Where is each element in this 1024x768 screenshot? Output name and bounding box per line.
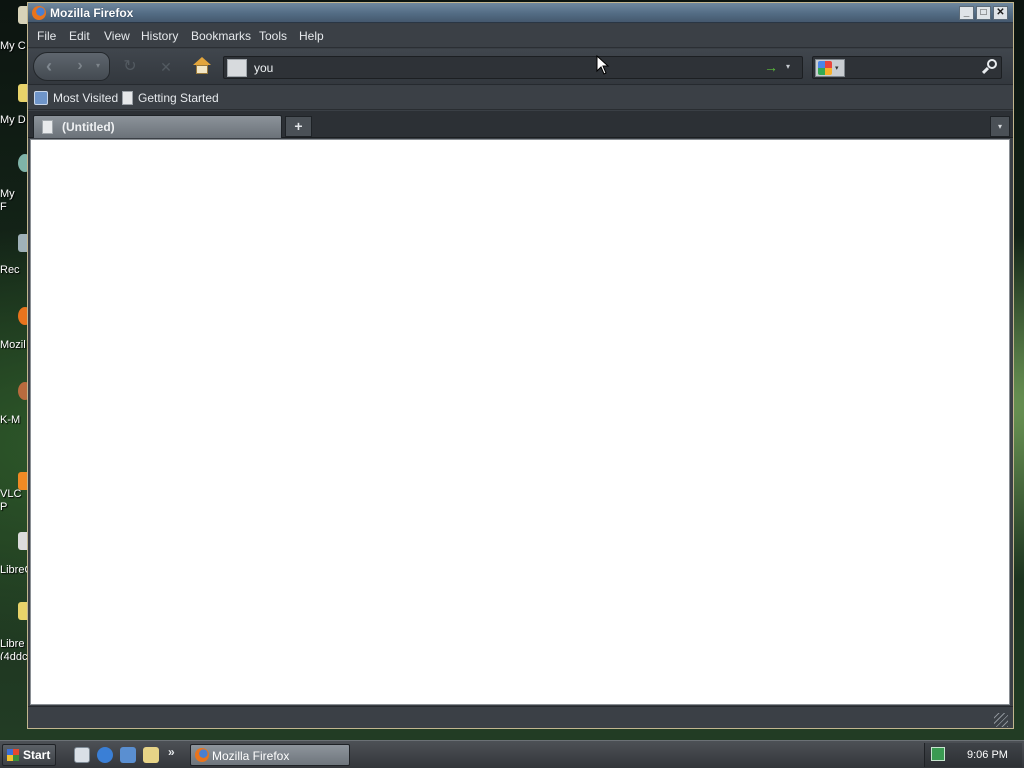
start-label: Start <box>23 748 51 762</box>
menu-edit[interactable]: Edit <box>69 29 90 43</box>
go-button[interactable]: → <box>764 59 778 75</box>
explorer-search-icon[interactable] <box>143 747 159 763</box>
desktop-icon-label: My C <box>0 40 26 52</box>
desktop-icon-libreoffice[interactable]: LibreO <box>0 530 30 590</box>
taskbar-button-firefox[interactable]: Mozilla Firefox <box>190 744 350 766</box>
system-tray: 9:06 PM <box>924 743 1022 767</box>
desktop-icon-k-meleon[interactable]: K-M <box>0 380 30 440</box>
page-icon <box>122 91 133 105</box>
desktop-icon-my-computer[interactable]: My C <box>0 4 30 64</box>
tab-label: (Untitled) <box>62 120 115 134</box>
menu-history[interactable]: History <box>141 29 178 43</box>
firefox-icon <box>32 6 46 20</box>
desktop-icon-mozilla-firefox[interactable]: Mozil <box>0 305 30 365</box>
status-bar <box>28 706 1013 728</box>
desktop-icon-label: LibreO <box>0 564 30 576</box>
history-dropdown[interactable]: ▾ <box>96 61 100 70</box>
taskbar-button-label: Mozilla Firefox <box>212 749 290 763</box>
url-input[interactable] <box>254 60 734 76</box>
title-bar[interactable]: Mozilla Firefox _ □ ✕ <box>28 3 1013 23</box>
menu-bar: File Edit View History Bookmarks Tools H… <box>28 24 1013 48</box>
quick-launch-overflow[interactable]: » <box>168 745 175 759</box>
menu-bookmarks[interactable]: Bookmarks <box>191 29 251 43</box>
google-icon <box>818 61 832 75</box>
menu-tools[interactable]: Tools <box>259 29 287 43</box>
bookmarks-toolbar: Most Visited Getting Started <box>28 86 1013 110</box>
page-icon <box>227 59 247 77</box>
page-icon <box>42 120 53 134</box>
internet-explorer-icon[interactable] <box>97 747 113 763</box>
new-tab-button[interactable]: + <box>285 116 312 137</box>
search-engine-button[interactable]: ▾ <box>815 59 845 77</box>
search-input[interactable] <box>851 60 971 76</box>
desktop-icon-label: VLC P <box>0 488 22 513</box>
desktop-icon-label: My D <box>0 114 26 126</box>
chevron-down-icon: ▾ <box>835 65 839 72</box>
minimize-button[interactable]: _ <box>959 6 974 20</box>
url-bar[interactable]: → ▾ <box>223 56 803 79</box>
navigation-toolbar: ‹ › ▾ ↻ ✕ → ▾ ▾ <box>28 49 1013 85</box>
firefox-window: Mozilla Firefox _ □ ✕ File Edit View His… <box>27 2 1014 729</box>
search-icon-handle <box>981 66 990 75</box>
most-visited-icon <box>34 91 48 105</box>
bookmark-label: Getting Started <box>138 91 219 105</box>
window-title: Mozilla Firefox <box>50 6 134 20</box>
windows-logo-icon <box>7 749 19 761</box>
home-button[interactable] <box>191 57 213 77</box>
menu-file[interactable]: File <box>37 29 56 43</box>
url-dropdown[interactable]: ▾ <box>786 62 790 71</box>
home-icon-body <box>196 65 208 74</box>
reload-button[interactable]: ↻ <box>120 57 140 77</box>
desktop-icon-my-documents[interactable]: My D <box>0 80 30 140</box>
outlook-express-icon[interactable] <box>120 747 136 763</box>
page-content[interactable] <box>30 139 1010 705</box>
maximize-button[interactable]: □ <box>976 6 991 20</box>
home-icon <box>193 57 211 65</box>
desktop-icon-recycle-bin[interactable]: Rec <box>0 230 30 290</box>
search-bar[interactable]: ▾ <box>812 56 1002 79</box>
show-desktop-icon[interactable] <box>74 747 90 763</box>
bookmark-getting-started[interactable]: Getting Started <box>122 90 219 106</box>
desktop-icon-label: Rec <box>0 264 20 276</box>
desktop-icon-label: My F <box>0 188 15 210</box>
bookmark-label: Most Visited <box>53 91 119 105</box>
search-icon <box>987 59 997 69</box>
tab-untitled[interactable]: (Untitled) <box>33 115 282 138</box>
desktop-icon-label: Libre (4ddc <box>0 638 28 660</box>
desktop-icon-label: K-M <box>0 414 21 426</box>
network-tray-icon[interactable] <box>931 747 945 761</box>
start-button[interactable]: Start <box>2 744 56 766</box>
list-all-tabs-button[interactable]: ▾ <box>990 116 1010 137</box>
resize-grip[interactable] <box>994 713 1008 727</box>
back-forward-group: ‹ › ▾ <box>33 52 110 81</box>
taskbar: Start » Mozilla Firefox 9:06 PM <box>0 740 1024 768</box>
menu-help[interactable]: Help <box>299 29 324 43</box>
tab-strip: (Untitled) + ▾ <box>28 111 1013 138</box>
bookmark-most-visited[interactable]: Most Visited <box>34 90 118 106</box>
desktop-icon-my-network[interactable]: My F <box>0 150 30 210</box>
stop-button[interactable]: ✕ <box>156 57 176 77</box>
search-button[interactable] <box>981 58 999 76</box>
back-button[interactable]: ‹ <box>35 53 63 80</box>
desktop-icon-libreoffice-folder[interactable]: Libre (4ddc <box>0 600 30 660</box>
forward-button[interactable]: › <box>70 53 90 80</box>
close-button[interactable]: ✕ <box>993 6 1008 20</box>
desktop-icon-label: Mozil <box>0 339 26 351</box>
firefox-icon <box>195 748 209 762</box>
desktop-icon-vlc[interactable]: VLC P <box>0 470 30 530</box>
menu-view[interactable]: View <box>104 29 130 43</box>
clock[interactable]: 9:06 PM <box>967 749 1008 761</box>
